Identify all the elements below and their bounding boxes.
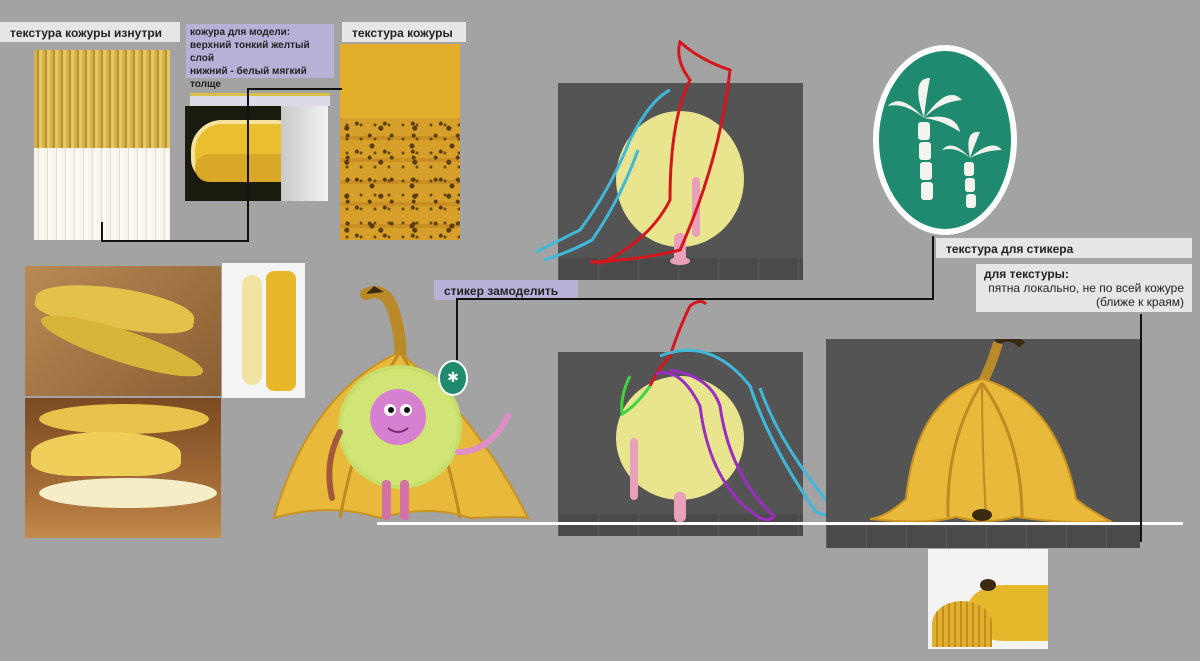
guide-curves-side xyxy=(620,299,839,522)
floor-line xyxy=(377,522,1183,525)
inner-peel-photo xyxy=(34,50,170,240)
texture-note-title: для текстуры: xyxy=(984,267,1069,281)
banana-stem-closeup-photo xyxy=(928,549,1048,649)
connector-line xyxy=(932,236,934,300)
sticker-on-peel: ✱ xyxy=(438,360,468,396)
texture-note-line2: (ближе к краям) xyxy=(1096,295,1184,309)
banana-character-render: ✱ xyxy=(270,282,530,527)
peel-layer-swatch xyxy=(190,93,330,107)
peel-model-title: кожура для модели: xyxy=(190,27,291,38)
connector-line xyxy=(1140,314,1142,542)
peel-model-line1: верхний тонкий желтый слой xyxy=(190,40,310,64)
connector-line xyxy=(247,88,342,90)
connector-line xyxy=(247,88,249,242)
bananas-on-board-photo xyxy=(25,398,221,538)
guide-curves-top xyxy=(535,40,732,266)
texture-note-box: для текстуры: пятна локально, не по всей… xyxy=(976,264,1192,312)
texture-note-line1: пятна локально, не по всей кожуре xyxy=(988,281,1184,295)
connector-line xyxy=(101,240,249,242)
viewport-3d-peel xyxy=(826,339,1140,548)
sticker-model-label: стикер замоделить xyxy=(434,280,578,300)
inner-texture-label: текстура кожуры изнутри xyxy=(0,22,180,42)
peel-texture-label: текстура кожуры xyxy=(342,22,466,42)
sticker-texture-image xyxy=(870,42,1020,238)
peel-texture-photo xyxy=(340,44,460,240)
sticker-texture-label: текстура для стикера xyxy=(936,238,1192,258)
connector-line xyxy=(456,300,458,360)
peel-cross-section-photo xyxy=(185,106,328,201)
banana-peel-on-wood-photo xyxy=(25,266,221,396)
connector-line xyxy=(101,222,103,242)
peel-model-box: кожура для модели: верхний тонкий желтый… xyxy=(186,24,334,107)
